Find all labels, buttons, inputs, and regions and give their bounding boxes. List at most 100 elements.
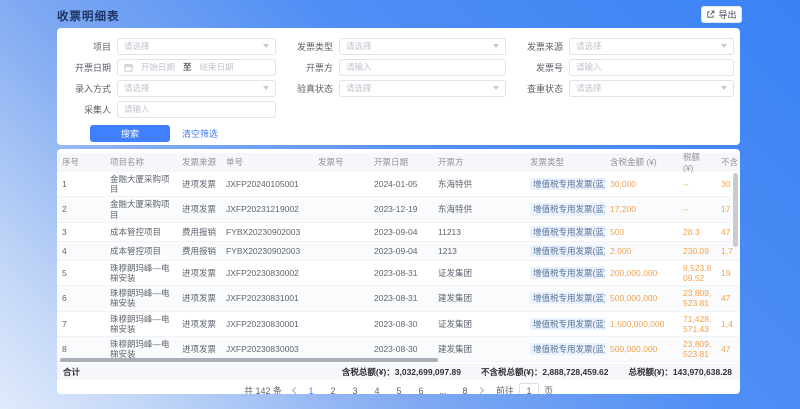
prev-page-icon[interactable] — [292, 387, 299, 394]
cell-issuer: 11213 — [433, 225, 525, 239]
cell-source: 进项发票 — [177, 342, 221, 356]
page-list: 123456...8 — [305, 386, 471, 395]
page-number[interactable]: 2 — [327, 386, 339, 395]
invoice-type-tag: 增值税专用发票(蓝) — [530, 318, 605, 330]
export-icon — [706, 10, 715, 19]
end-date-placeholder: 结束日期 — [200, 61, 234, 73]
page-number[interactable]: 5 — [393, 386, 405, 395]
cell-tax: 23,809,523.81 — [678, 337, 716, 361]
page-number[interactable]: 1 — [305, 386, 317, 395]
chevron-down-icon — [493, 86, 499, 90]
text-input-5[interactable]: 请输入 — [569, 59, 734, 76]
goto-label: 前往 — [496, 384, 514, 394]
cell-order_no: JXFP20230831001 — [221, 291, 313, 305]
cell-net: 47 — [716, 342, 740, 356]
cell-date: 2024-01-05 — [369, 177, 433, 191]
select-6[interactable]: 请选择 — [117, 80, 276, 97]
invoice-type-tag: 增值税专用发票(蓝) — [530, 343, 605, 355]
table-header-row: 序号项目名称发票来源单号发票号开票日期开票方发票类型含税金额 (¥)税额 (¥)… — [57, 153, 740, 172]
column-header: 序号 — [57, 155, 105, 169]
table-body: 1金融大厦采购项目进项发票JXFP202401050012024-01-05东海… — [57, 172, 740, 362]
summary-totals: 含税总额(¥)：3,032,699,097.89 不含税总额(¥)：2,888,… — [342, 366, 740, 378]
cell-order_no: FYBX20230902003 — [221, 225, 313, 239]
cell-source: 进项发票 — [177, 177, 221, 191]
cell-project: 成本管控项目 — [105, 244, 177, 258]
text-input-9[interactable]: 请输入 — [117, 101, 276, 118]
table-row: 1金融大厦采购项目进项发票JXFP202401050012024-01-05东海… — [57, 172, 740, 197]
page-number[interactable]: 4 — [371, 386, 383, 395]
cell-project: 珠穆朗玛峰—电梯安装 — [105, 312, 177, 336]
goto-page-input[interactable] — [519, 383, 539, 394]
column-header: 发票来源 — [177, 155, 221, 169]
cell-amount: 17,200 — [605, 202, 678, 216]
select-1[interactable]: 请选择 — [339, 38, 506, 55]
clear-filters-link[interactable]: 清空筛选 — [182, 127, 218, 140]
field-label: 开票日期 — [57, 61, 111, 74]
next-page-icon[interactable] — [477, 387, 484, 394]
cell-net: 1,4 — [716, 317, 740, 331]
filter-field-6: 录入方式 请选择 — [57, 80, 279, 96]
cell-date: 2023-12-19 — [369, 202, 433, 216]
cell-seq: 1 — [57, 177, 105, 191]
search-button[interactable]: 搜索 — [90, 125, 170, 142]
cell-issuer: 建发集团 — [433, 342, 525, 356]
page-number[interactable]: 8 — [459, 386, 471, 395]
cell-issuer: 建发集团 — [433, 291, 525, 305]
cell-invoice_no — [313, 347, 369, 351]
cell-type: 增值税专用发票(蓝) — [525, 265, 605, 281]
field-label: 采集人 — [57, 103, 111, 116]
daterange-input[interactable]: 开始日期至结束日期 — [117, 59, 276, 76]
pagination-total: 共 142 条 — [244, 384, 282, 394]
cell-seq: 6 — [57, 291, 105, 305]
cell-amount: 500,000,000 — [605, 342, 678, 356]
page-title: 收票明细表 — [57, 8, 120, 24]
cell-source: 进项发票 — [177, 291, 221, 305]
select-2[interactable]: 请选择 — [569, 38, 734, 55]
cell-amount: 200,000,000 — [605, 266, 678, 280]
goto-page: 前往 页 — [496, 383, 553, 394]
text-input-4[interactable]: 请输入 — [339, 59, 506, 76]
select-placeholder: 请选择 — [576, 82, 602, 94]
cell-date: 2023-08-31 — [369, 291, 433, 305]
field-label: 验真状态 — [279, 82, 333, 95]
cell-order_no: FYBX20230902003 — [221, 244, 313, 258]
page-number[interactable]: 3 — [349, 386, 361, 395]
filter-field-9: 采集人 请输入 — [57, 101, 279, 117]
field-label: 录入方式 — [57, 82, 111, 95]
select-8[interactable]: 请选择 — [569, 80, 734, 97]
select-placeholder: 请选择 — [346, 82, 372, 94]
cell-order_no: JXFP20230830001 — [221, 317, 313, 331]
filter-field-1: 发票类型 请选择 — [279, 38, 509, 54]
cell-project: 珠穆朗玛峰—电梯安装 — [105, 286, 177, 310]
column-header: 项目名称 — [105, 155, 177, 169]
vertical-scrollbar[interactable] — [733, 173, 738, 247]
horizontal-scrollbar[interactable] — [60, 358, 438, 362]
filter-field-3: 开票日期开始日期至结束日期 — [57, 59, 279, 75]
cell-type: 增值税专用发票(蓝) — [525, 290, 605, 306]
cell-seq: 4 — [57, 244, 105, 258]
field-label: 发票类型 — [279, 40, 333, 53]
field-label: 查重状态 — [509, 82, 563, 95]
select-placeholder: 请选择 — [124, 82, 150, 94]
filter-grid: 项目请选择发票类型请选择发票来源请选择开票日期开始日期至结束日期开票方请输入发票… — [57, 38, 740, 117]
input-placeholder: 请输入 — [124, 103, 150, 115]
column-header: 不含 — [716, 155, 740, 169]
cell-invoice_no — [313, 182, 369, 186]
export-button[interactable]: 导出 — [701, 6, 742, 23]
chevron-down-icon — [721, 44, 727, 48]
cell-source: 进项发票 — [177, 266, 221, 280]
cell-date: 2023-08-31 — [369, 266, 433, 280]
cell-seq: 7 — [57, 317, 105, 331]
select-0[interactable]: 请选择 — [117, 38, 276, 55]
select-placeholder: 请选择 — [346, 40, 372, 52]
column-header: 含税金额 (¥) — [605, 155, 678, 169]
cell-amount: 30,000 — [605, 177, 678, 191]
table-row: 4成本管控项目费用报销FYBX202309020032023-09-041213… — [57, 242, 740, 261]
cell-project: 珠穆朗玛峰—电梯安装 — [105, 261, 177, 285]
cell-invoice_no — [313, 322, 369, 326]
filter-field-7: 验真状态 请选择 — [279, 80, 509, 96]
page-number[interactable]: 6 — [415, 386, 427, 395]
select-7[interactable]: 请选择 — [339, 80, 506, 97]
cell-date: 2023-09-04 — [369, 225, 433, 239]
select-placeholder: 请选择 — [124, 40, 150, 52]
